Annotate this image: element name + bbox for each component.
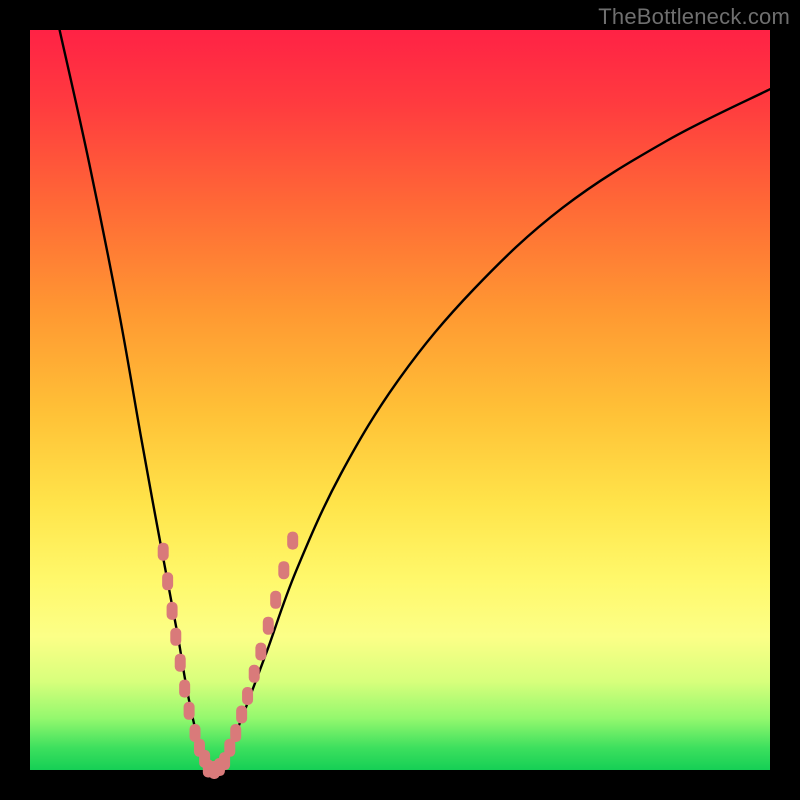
watermark-text: TheBottleneck.com bbox=[598, 4, 790, 30]
data-marker bbox=[236, 706, 247, 724]
data-marker bbox=[242, 687, 253, 705]
outer-frame: TheBottleneck.com bbox=[0, 0, 800, 800]
data-marker bbox=[179, 680, 190, 698]
plot-area bbox=[30, 30, 770, 770]
data-marker bbox=[230, 724, 241, 742]
data-marker bbox=[184, 702, 195, 720]
data-marker bbox=[270, 591, 281, 609]
data-marker bbox=[287, 532, 298, 550]
data-marker bbox=[175, 654, 186, 672]
data-marker bbox=[263, 617, 274, 635]
chart-svg bbox=[30, 30, 770, 770]
data-marker bbox=[278, 561, 289, 579]
data-marker bbox=[158, 543, 169, 561]
data-marker bbox=[249, 665, 260, 683]
data-marker bbox=[162, 572, 173, 590]
data-marker bbox=[167, 602, 178, 620]
data-marker bbox=[255, 643, 266, 661]
bottleneck-curve bbox=[60, 30, 770, 770]
data-marker bbox=[219, 752, 230, 770]
data-marker bbox=[170, 628, 181, 646]
